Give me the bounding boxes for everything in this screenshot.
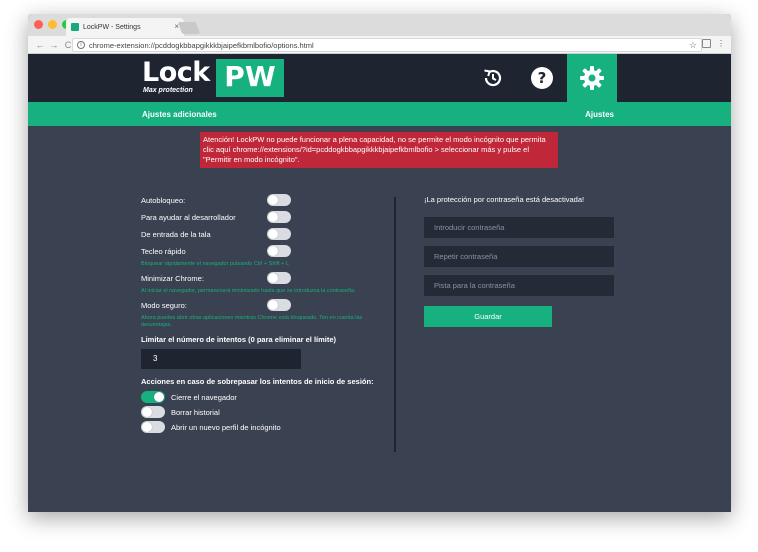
lockpw-logo: Lock Max protection PW [142, 58, 284, 98]
close-browser-toggle[interactable] [141, 391, 165, 403]
incognito-warning-alert[interactable]: Atención! LockPW no puede funcionar a pl… [200, 132, 558, 168]
setting-label: De entrada de la tala [141, 230, 211, 239]
bookmark-star-icon[interactable]: ☆ [689, 40, 697, 51]
browser-toolbar: ← → C i chrome-extension://pcddogkbbapgi… [28, 36, 731, 54]
menu-icon[interactable]: ⋮ [717, 39, 725, 48]
history-icon [484, 69, 502, 87]
action-row: Cierre el navegador [141, 391, 391, 404]
settings-button[interactable] [567, 54, 617, 102]
browser-tab[interactable]: LockPW - Settings × [66, 18, 184, 36]
attempt-limit-label: Limitar el número de intentos (0 para el… [141, 335, 337, 344]
setting-label: Autobloqueo: [141, 196, 186, 205]
settings-icon [580, 66, 604, 90]
history-button[interactable] [468, 54, 518, 102]
safe-mode-hint: Ahora puedes abrir otras aplicaciones mi… [141, 315, 363, 328]
login-log-toggle[interactable] [267, 228, 291, 240]
incognito-profile-toggle[interactable] [141, 421, 165, 433]
svg-text:?: ? [538, 69, 547, 87]
save-button[interactable]: Guardar [424, 306, 552, 327]
safe-mode-toggle[interactable] [267, 299, 291, 311]
minimize-chrome-hint: Al iniciar el navegador, permanecerá min… [141, 288, 356, 294]
setting-row: De entrada de la tala [141, 228, 391, 242]
setting-row: Autobloqueo: [141, 194, 391, 208]
tab-bar: LockPW - Settings × [28, 14, 731, 36]
attempt-limit-input[interactable]: 3 [141, 349, 301, 369]
setting-label: Minimizar Chrome: [141, 274, 204, 283]
address-bar[interactable]: i chrome-extension://pcddogkbbapgikkkbja… [72, 38, 702, 52]
site-info-icon[interactable]: i [77, 41, 85, 49]
setting-label: Para ayudar al desarrollador [141, 213, 236, 222]
autolock-toggle[interactable] [267, 194, 291, 206]
close-window-button[interactable] [34, 20, 43, 29]
back-icon[interactable]: ← [34, 40, 46, 50]
password-status-text: ¡La protección por contraseña está desac… [424, 195, 585, 204]
action-label: Borrar historial [171, 408, 220, 417]
setting-row: Para ayudar al desarrollador [141, 211, 391, 225]
panel-divider [394, 197, 396, 452]
clear-history-toggle[interactable] [141, 406, 165, 418]
logo-pw-badge: PW [216, 59, 284, 97]
tab-additional-settings[interactable]: Ajustes adicionales [142, 110, 217, 119]
help-icon: ? [531, 67, 553, 89]
new-tab-button[interactable] [177, 22, 201, 34]
sub-navigation: Ajustes adicionales Ajustes [28, 102, 731, 126]
minimize-chrome-toggle[interactable] [267, 272, 291, 284]
quick-lock-hint: Bloquear rápidamente el navegador pulsan… [141, 261, 289, 267]
setting-row: Tecleo rápido [141, 245, 391, 259]
minimize-window-button[interactable] [48, 20, 57, 29]
tab-settings[interactable]: Ajustes [585, 110, 614, 119]
settings-panel: Autobloqueo: Para ayudar al desarrollado… [141, 194, 391, 436]
action-row: Borrar historial [141, 406, 391, 419]
action-row: Abrir un nuevo perfil de incógnito [141, 421, 391, 434]
action-label: Abrir un nuevo perfil de incógnito [171, 423, 281, 432]
setting-row: Modo seguro: [141, 299, 391, 313]
help-button[interactable]: ? [517, 54, 567, 102]
quick-lock-toggle[interactable] [267, 245, 291, 257]
lockpw-favicon-icon [71, 23, 79, 31]
forward-icon[interactable]: → [48, 40, 60, 50]
logo-subtitle: Max protection [143, 87, 193, 94]
setting-label: Tecleo rápido [141, 247, 186, 256]
setting-label: Modo seguro: [141, 301, 187, 310]
app-header: Lock Max protection PW ? [28, 54, 731, 102]
url-text[interactable]: chrome-extension://pcddogkbbapgikkkbjaip… [89, 41, 314, 50]
browser-window: LockPW - Settings × ← → C i chrome-exten… [28, 14, 731, 512]
repeat-password-field[interactable]: Repetir contraseña [424, 246, 614, 267]
action-label: Cierre el navegador [171, 393, 237, 402]
password-hint-field[interactable]: Pista para la contraseña [424, 275, 614, 296]
actions-label: Acciones en caso de sobrepasar los inten… [141, 377, 374, 386]
tab-title: LockPW - Settings [83, 23, 141, 31]
extension-icon[interactable] [702, 39, 711, 48]
setting-row: Minimizar Chrome: [141, 272, 391, 286]
password-field[interactable]: Introducir contraseña [424, 217, 614, 238]
help-developer-toggle[interactable] [267, 211, 291, 223]
